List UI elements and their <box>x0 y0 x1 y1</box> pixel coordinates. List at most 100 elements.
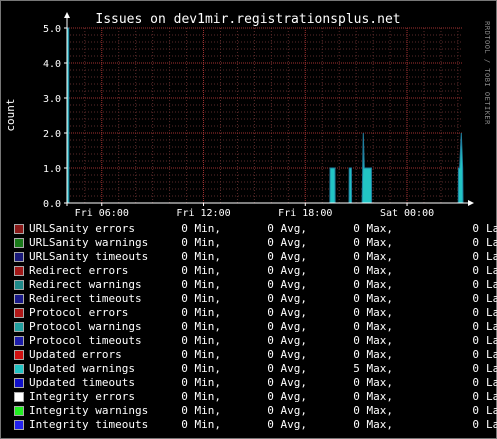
series-layer <box>67 27 464 204</box>
legend-min: 0 Min, <box>181 320 221 333</box>
legend-swatch <box>14 322 24 332</box>
legend-swatch <box>14 224 24 234</box>
x-axis-arrow <box>468 200 474 206</box>
legend-last-label: Last <box>486 278 497 291</box>
x-tick-label: Fri 12:00 <box>176 208 230 219</box>
legend-last-label: Last <box>486 264 497 277</box>
legend-avg: 0 Avg, <box>267 250 307 263</box>
legend-last: 0 <box>472 278 479 291</box>
legend-avg: 0 Avg, <box>267 306 307 319</box>
legend-min: 0 Min, <box>181 292 221 305</box>
x-tick-label: Fri 18:00 <box>278 208 332 219</box>
chart-title: Issues on dev1mir.registrationsplus.net <box>95 12 400 27</box>
x-tick-label: Sat 00:00 <box>380 208 434 219</box>
legend-label: Redirect errors <box>29 264 129 277</box>
legend-last-label: Last <box>486 362 497 375</box>
series-line <box>67 27 464 204</box>
chart-area: Issues on dev1mir.registrationsplus.net … <box>4 12 491 219</box>
legend-swatch <box>14 238 24 248</box>
legend-avg: 0 Avg, <box>267 320 307 333</box>
legend-max: 0 Max, <box>353 292 393 305</box>
legend-max: 0 Max, <box>353 306 393 319</box>
legend-label: Protocol warnings <box>29 320 142 333</box>
legend-min: 0 Min, <box>181 278 221 291</box>
legend-max: 0 Max, <box>353 320 393 333</box>
legend-last: 0 <box>472 222 479 235</box>
legend-label: Protocol timeouts <box>29 334 142 347</box>
legend-last-label: Last <box>486 222 497 235</box>
legend-label: Integrity timeouts <box>29 418 149 431</box>
legend-swatch <box>14 280 24 290</box>
legend-last-label: Last <box>486 236 497 249</box>
legend-max: 0 Max, <box>353 390 393 403</box>
legend-swatch <box>14 294 24 304</box>
legend-last-label: Last <box>486 292 497 305</box>
legend-row: Integrity warnings 0 Min, 0 Avg, 0 Max, 0 Las… <box>14 404 497 418</box>
legend-last: 0 <box>472 404 479 417</box>
tick-label-layer: 0.0 1.0 2.0 3.0 4.0 5.0 Fri 06:00 Fri 12:00 Fri … <box>43 24 434 219</box>
legend-min: 0 Min, <box>181 222 221 235</box>
legend-min: 0 Min, <box>181 418 221 431</box>
legend-avg: 0 Avg, <box>267 278 307 291</box>
legend-max: 0 Max, <box>353 404 393 417</box>
legend-row: Integrity timeouts 0 Min, 0 Avg, 0 Max, 0 Las… <box>14 418 497 432</box>
legend-max: 0 Max, <box>353 376 393 389</box>
legend-swatch <box>14 350 24 360</box>
y-tick-label: 0.0 <box>43 199 61 210</box>
y-tick-label: 2.0 <box>43 129 61 140</box>
legend-last: 0 <box>472 320 479 333</box>
legend-row: Protocol errors 0 Min, 0 Avg, 0 Max, 0 Last <box>14 306 497 320</box>
legend-label: URLSanity warnings <box>29 236 149 249</box>
legend-label: Updated warnings <box>29 362 135 375</box>
legend-max: 0 Max, <box>353 334 393 347</box>
legend-max: 0 Max, <box>353 222 393 235</box>
legend-min: 0 Min, <box>181 362 221 375</box>
y-tick-label: 4.0 <box>43 59 61 70</box>
legend-label: Integrity warnings <box>29 404 149 417</box>
legend-last: 0 <box>472 362 479 375</box>
legend-label: Updated timeouts <box>29 376 135 389</box>
legend-row: Redirect errors 0 Min, 0 Avg, 0 Max, 0 Last <box>14 264 497 278</box>
legend-row: URLSanity warnings 0 Min, 0 Avg, 0 Max, 0 Las… <box>14 236 497 250</box>
legend-avg: 0 Avg, <box>267 404 307 417</box>
legend-max: 0 Max, <box>353 250 393 263</box>
legend-avg: 0 Avg, <box>267 376 307 389</box>
series-area <box>67 28 463 203</box>
legend-label: Integrity errors <box>29 390 135 403</box>
legend-avg: 0 Avg, <box>267 264 307 277</box>
legend-row: Protocol timeouts 0 Min, 0 Avg, 0 Max, 0 Last <box>14 334 497 348</box>
legend-last: 0 <box>472 306 479 319</box>
legend-swatch <box>14 392 24 402</box>
legend-swatch <box>14 266 24 276</box>
legend-min: 0 Min, <box>181 306 221 319</box>
legend-last: 0 <box>472 348 479 361</box>
y-tick-label: 3.0 <box>43 94 61 105</box>
rrdtool-watermark: RRDTOOL / TOBI OETIKER <box>483 21 491 125</box>
legend-row: Updated warnings 0 Min, 0 Avg, 5 Max, 0 Last <box>14 362 497 376</box>
legend-last-label: Last <box>486 348 497 361</box>
legend-row: Redirect timeouts 0 Min, 0 Avg, 0 Max, 0 Last <box>14 292 497 306</box>
legend-min: 0 Min, <box>181 236 221 249</box>
legend-avg: 0 Avg, <box>267 222 307 235</box>
legend-avg: 0 Avg, <box>267 362 307 375</box>
x-tick-label: Fri 06:00 <box>75 208 129 219</box>
legend-swatch <box>14 420 24 430</box>
legend-label: URLSanity errors <box>29 222 135 235</box>
legend-row: URLSanity errors 0 Min, 0 Avg, 0 Max, 0 Last <box>14 222 497 236</box>
legend-avg: 0 Avg, <box>267 292 307 305</box>
legend-max: 0 Max, <box>353 264 393 277</box>
legend-swatch <box>14 308 24 318</box>
legend-min: 0 Min, <box>181 334 221 347</box>
axis-layer <box>64 12 474 206</box>
legend-last: 0 <box>472 376 479 389</box>
legend-last-label: Last <box>486 320 497 333</box>
legend-last: 0 <box>472 264 479 277</box>
y-axis-arrow <box>64 12 70 18</box>
legend-max: 5 Max, <box>353 362 393 375</box>
legend-swatch <box>14 336 24 346</box>
legend-last-label: Last <box>486 376 497 389</box>
legend-min: 0 Min, <box>181 390 221 403</box>
legend-max: 0 Max, <box>353 278 393 291</box>
legend-swatch <box>14 378 24 388</box>
legend-min: 0 Min, <box>181 250 221 263</box>
